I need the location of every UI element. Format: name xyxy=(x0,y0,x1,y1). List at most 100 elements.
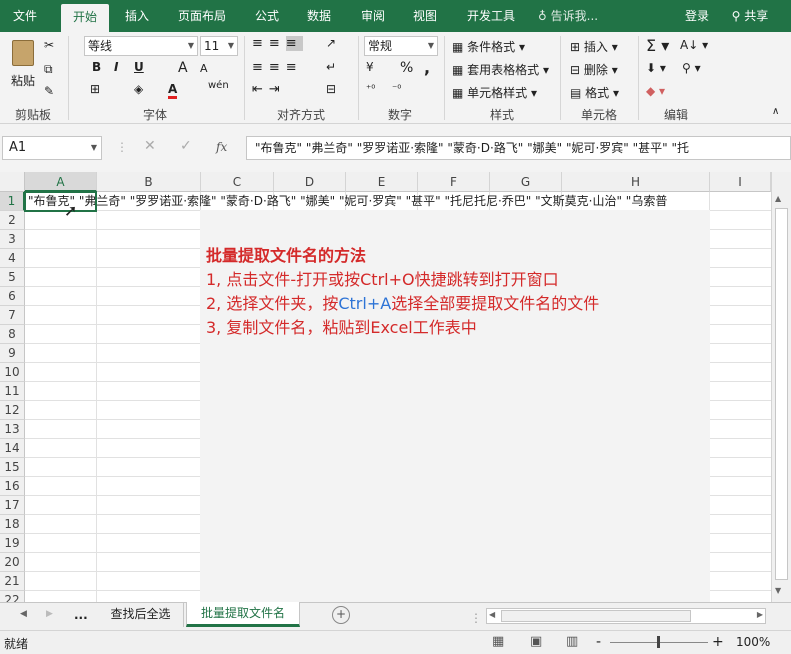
column-header[interactable]: B xyxy=(97,172,201,192)
horizontal-scrollbar[interactable]: ◀ ▶ xyxy=(486,608,766,624)
name-box[interactable]: A1 ▼ xyxy=(2,136,102,160)
italic-button[interactable]: I xyxy=(114,60,118,74)
row-header[interactable]: 11 xyxy=(0,382,25,401)
login-link[interactable]: 登录 xyxy=(680,0,714,32)
menu-insert[interactable]: 插入 xyxy=(116,0,158,32)
comma-button[interactable]: , xyxy=(424,58,430,77)
underline-button[interactable]: U xyxy=(134,60,144,74)
sheet-tab-find[interactable]: 查找后全选 xyxy=(98,603,184,627)
row-header[interactable]: 22 xyxy=(0,591,25,602)
row-header[interactable]: 19 xyxy=(0,534,25,553)
wrap-text-icon[interactable]: ↵ xyxy=(326,60,336,74)
row-header[interactable]: 5 xyxy=(0,268,25,287)
next-sheet-icon[interactable]: ▶ xyxy=(46,609,53,619)
orientation-icon[interactable]: ↗ xyxy=(326,36,336,50)
merge-center-icon[interactable]: ⊟ xyxy=(326,82,336,96)
scroll-down-icon[interactable]: ▼ xyxy=(775,586,781,595)
menu-view[interactable]: 视图 xyxy=(404,0,446,32)
more-sheets-button[interactable]: ... xyxy=(74,608,88,622)
menu-formulas[interactable]: 公式 xyxy=(246,0,288,32)
page-break-view-icon[interactable]: ▥ xyxy=(566,634,578,649)
row-header[interactable]: 7 xyxy=(0,306,25,325)
row-header[interactable]: 8 xyxy=(0,325,25,344)
normal-view-icon[interactable]: ▦ xyxy=(492,634,504,649)
add-sheet-button[interactable]: + xyxy=(332,606,350,624)
zoom-level[interactable]: 100% xyxy=(736,635,770,649)
percent-button[interactable]: % xyxy=(400,60,413,76)
phonetic-button[interactable]: wén xyxy=(208,80,229,91)
scroll-left-icon[interactable]: ◀ xyxy=(489,610,495,619)
row-header[interactable]: 6 xyxy=(0,287,25,306)
copy-icon[interactable]: ⧉ xyxy=(44,62,53,77)
zoom-out-button[interactable]: - xyxy=(596,634,601,650)
insert-function-button[interactable]: fx xyxy=(216,140,227,154)
menu-data[interactable]: 数据 xyxy=(298,0,340,32)
share-button[interactable]: ⚲ 共享 xyxy=(720,0,780,32)
shrink-font-button[interactable]: A xyxy=(200,62,208,75)
format-painter-icon[interactable]: ✎ xyxy=(44,84,54,98)
fill-icon[interactable]: ⬇ ▾ xyxy=(646,61,666,75)
row-header[interactable]: 12 xyxy=(0,401,25,420)
confirm-icon[interactable]: ✓ xyxy=(180,138,192,154)
column-header[interactable]: I xyxy=(710,172,771,192)
vertical-scrollbar[interactable]: ▲ ▼ xyxy=(771,172,791,602)
menu-file[interactable]: 文件 xyxy=(0,0,50,32)
cell-styles-button[interactable]: ▦ 单元格样式 ▾ xyxy=(452,84,537,101)
bold-button[interactable]: B xyxy=(92,60,101,74)
row-header[interactable]: 15 xyxy=(0,458,25,477)
zoom-in-button[interactable]: + xyxy=(712,634,724,650)
insert-cells-button[interactable]: ⊞ 插入 ▾ xyxy=(570,38,618,55)
fill-color-icon[interactable]: ◈ xyxy=(134,82,143,96)
menu-home[interactable]: 开始 xyxy=(61,4,109,32)
row-header[interactable]: 21 xyxy=(0,572,25,591)
active-cell-a1[interactable] xyxy=(24,191,97,212)
border-icon[interactable]: ⊞ xyxy=(90,82,100,96)
column-header[interactable]: E xyxy=(346,172,418,192)
cancel-icon[interactable]: ✕ xyxy=(144,138,156,154)
sort-filter-icon[interactable]: A↓ ▾ xyxy=(680,38,708,52)
zoom-slider-thumb[interactable] xyxy=(657,636,660,648)
row-header[interactable]: 20 xyxy=(0,553,25,572)
menu-page-layout[interactable]: 页面布局 xyxy=(170,0,234,32)
align-horizontal-icons[interactable]: ≡≡≡ xyxy=(252,60,303,75)
format-cells-button[interactable]: ▤ 格式 ▾ xyxy=(570,84,619,101)
number-format-select[interactable]: 常规 ▼ xyxy=(364,36,438,56)
align-top-icons[interactable]: ≡≡≡ xyxy=(252,36,303,51)
indent-icons[interactable]: ⇤⇥ xyxy=(252,82,286,97)
cut-icon[interactable]: ✂ xyxy=(44,38,54,52)
font-size-select[interactable]: 11 ▼ xyxy=(200,36,238,56)
column-header[interactable]: G xyxy=(490,172,562,192)
column-header[interactable]: F xyxy=(418,172,490,192)
currency-icon[interactable]: ¥ xyxy=(366,60,374,74)
font-name-select[interactable]: 等线 ▼ xyxy=(84,36,198,56)
increase-decimal-icon[interactable]: ⁺⁰ xyxy=(366,84,375,95)
find-select-icon[interactable]: ⚲ ▾ xyxy=(682,61,701,75)
grow-font-button[interactable]: A xyxy=(178,60,188,76)
clear-icon[interactable]: ◆ ▾ xyxy=(646,84,665,98)
horizontal-scroll-thumb[interactable] xyxy=(501,610,691,622)
row-header[interactable]: 9 xyxy=(0,344,25,363)
row-header[interactable]: 17 xyxy=(0,496,25,515)
row-header[interactable]: 2 xyxy=(0,211,25,230)
conditional-format-button[interactable]: ▦ 条件格式 ▾ xyxy=(452,38,525,55)
column-header[interactable]: D xyxy=(274,172,346,192)
column-header[interactable]: H xyxy=(562,172,710,192)
row-header[interactable]: 14 xyxy=(0,439,25,458)
tell-me-box[interactable]: ♁ 告诉我... xyxy=(538,0,618,32)
sheet-tab-active[interactable]: 批量提取文件名 xyxy=(186,602,300,627)
decrease-decimal-icon[interactable]: ⁻⁰ xyxy=(392,84,401,95)
format-as-table-button[interactable]: ▦ 套用表格格式 ▾ xyxy=(452,61,549,78)
paste-button[interactable]: 粘贴 xyxy=(8,36,38,92)
prev-sheet-icon[interactable]: ◀ xyxy=(20,609,27,619)
row-header[interactable]: 18 xyxy=(0,515,25,534)
scroll-up-icon[interactable]: ▲ xyxy=(775,194,781,203)
column-header[interactable]: C xyxy=(201,172,274,192)
row-header[interactable]: 10 xyxy=(0,363,25,382)
delete-cells-button[interactable]: ⊟ 删除 ▾ xyxy=(570,61,618,78)
tab-splitter[interactable]: ⋮ xyxy=(470,611,482,625)
select-all-corner[interactable] xyxy=(0,172,25,192)
row-header[interactable]: 1 xyxy=(0,192,25,211)
row-header[interactable]: 16 xyxy=(0,477,25,496)
row-header[interactable]: 3 xyxy=(0,230,25,249)
row-header[interactable]: 13 xyxy=(0,420,25,439)
